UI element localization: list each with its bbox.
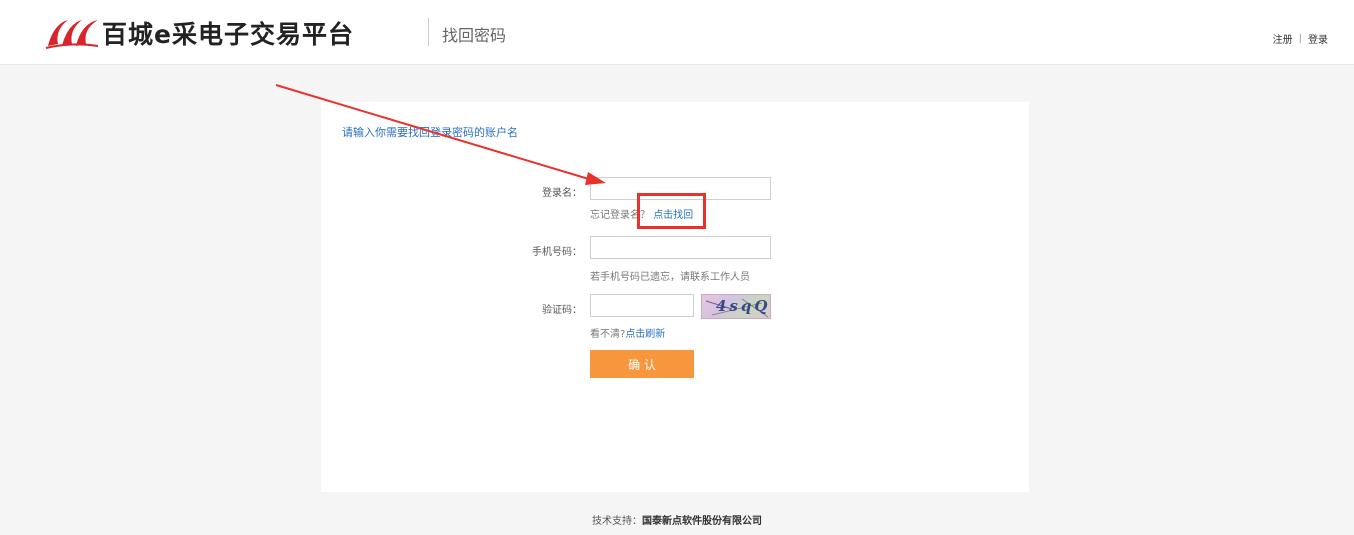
- phone-hint: 若手机号码已遗忘，请联系工作人员: [590, 272, 750, 283]
- footer: 技术支持：国泰新点软件股份有限公司: [0, 512, 1354, 527]
- header-divider: [428, 18, 429, 46]
- login-link[interactable]: 登录: [1308, 31, 1328, 46]
- top-header: 百城e采电子交易平台 找回密码 注册 | 登录: [0, 0, 1354, 65]
- logo-text: 百城e采电子交易平台: [102, 20, 354, 49]
- account-links: 注册 | 登录: [1273, 31, 1328, 46]
- login-name-input[interactable]: [590, 177, 771, 200]
- instruction-text: 请输入你需要找回登录密码的账户名: [342, 126, 518, 139]
- captcha-input[interactable]: [590, 294, 694, 317]
- phone-label: 手机号码：: [532, 247, 582, 258]
- footer-prefix: 技术支持：: [592, 516, 642, 527]
- footer-company: 国泰新点软件股份有限公司: [642, 516, 762, 527]
- captcha-image[interactable]: 4sqQ: [701, 294, 771, 319]
- register-link[interactable]: 注册: [1273, 31, 1293, 46]
- login-name-label: 登录名：: [542, 188, 582, 199]
- forgot-login-name-text: 忘记登录名？: [590, 210, 650, 221]
- captcha-hint: 看不清?点击刷新: [590, 325, 665, 340]
- page-title: 找回密码: [442, 26, 507, 45]
- refresh-captcha-link[interactable]: 点击刷新: [625, 329, 665, 340]
- phone-input[interactable]: [590, 236, 771, 259]
- captcha-label: 验证码：: [542, 305, 582, 316]
- captcha-text: 4sqQ: [716, 297, 771, 315]
- link-separator: |: [1298, 33, 1302, 44]
- recover-login-name-link[interactable]: 点击找回: [653, 210, 693, 221]
- captcha-unclear-text: 看不清?: [590, 329, 626, 340]
- recover-password-card: 请输入你需要找回登录密码的账户名 登录名： 忘记登录名？ 点击找回 手机号码： …: [321, 102, 1029, 492]
- login-name-hint: 忘记登录名？ 点击找回: [590, 206, 693, 221]
- logo-swoosh-icon: [45, 20, 99, 49]
- confirm-button[interactable]: 确 认: [590, 350, 694, 378]
- site-logo[interactable]: 百城e采电子交易平台: [44, 13, 354, 53]
